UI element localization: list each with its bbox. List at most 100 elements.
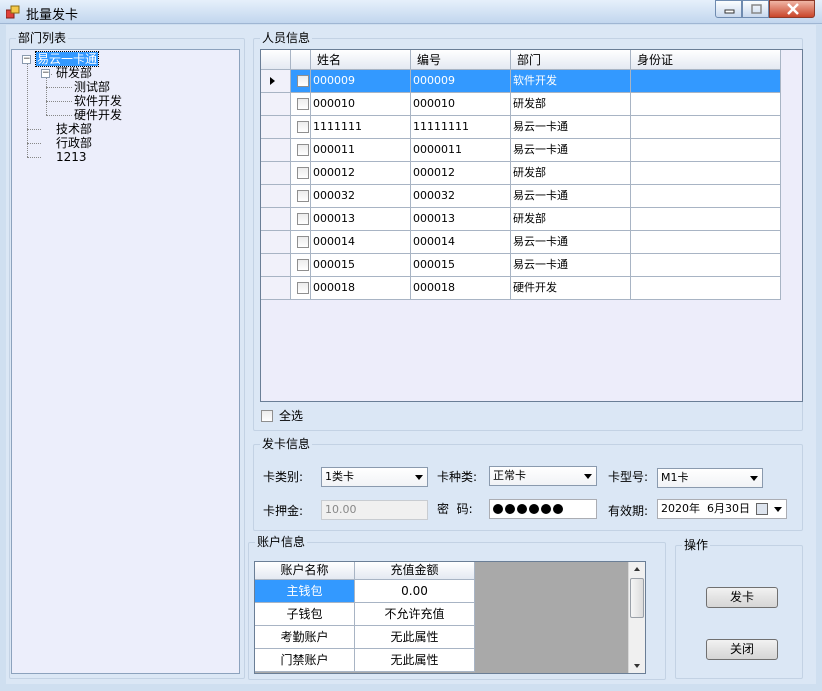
cell-dept[interactable]: 研发部 [511, 162, 631, 185]
table-row[interactable]: 000015 000015 易云一卡通 [261, 254, 781, 277]
account-grid-scrollbar[interactable] [628, 562, 645, 673]
cell-id[interactable]: 000014 [411, 231, 511, 254]
minimize-button[interactable] [715, 0, 742, 18]
cell-name[interactable]: 000014 [311, 231, 411, 254]
row-checkbox[interactable] [297, 213, 309, 225]
row-checkbox[interactable] [297, 236, 309, 248]
staff-grid[interactable]: 姓名 编号 部门 身份证 000009 000009 软件开发 000010 00001… [260, 49, 803, 402]
recharge-amount-cell[interactable]: 0.00 [355, 580, 475, 603]
row-header[interactable] [261, 208, 291, 231]
cell-dept[interactable]: 研发部 [511, 208, 631, 231]
tree-node-tech[interactable]: 技术部 [56, 122, 92, 136]
account-name-cell[interactable]: 主钱包 [255, 580, 355, 603]
card-model-select[interactable]: M1卡 [657, 468, 763, 488]
cell-id[interactable]: 000015 [411, 254, 511, 277]
cell-dept[interactable]: 易云一卡通 [511, 254, 631, 277]
password-field[interactable] [489, 499, 597, 519]
cell-idcard[interactable] [631, 93, 781, 116]
table-row[interactable]: 000011 0000011 易云一卡通 [261, 139, 781, 162]
cell-id[interactable]: 000012 [411, 162, 511, 185]
cell-id[interactable]: 000032 [411, 185, 511, 208]
cell-id[interactable]: 000009 [411, 70, 511, 93]
table-row[interactable]: 000018 000018 硬件开发 [261, 277, 781, 300]
tree-node-root[interactable]: 易云一卡通 [34, 51, 100, 67]
recharge-amount-cell[interactable]: 不允许充值 [355, 603, 475, 626]
tree-node-test[interactable]: 测试部 [74, 80, 110, 94]
cell-dept[interactable]: 研发部 [511, 93, 631, 116]
cell-dept[interactable]: 易云一卡通 [511, 116, 631, 139]
account-name-cell[interactable]: 子钱包 [255, 603, 355, 626]
row-header[interactable] [261, 185, 291, 208]
col-header-recharge-amount[interactable]: 充值金额 [355, 562, 475, 580]
table-row[interactable]: 000014 000014 易云一卡通 [261, 231, 781, 254]
cell-name[interactable]: 000009 [311, 70, 411, 93]
close-button[interactable]: 关闭 [706, 639, 778, 660]
recharge-amount-cell[interactable]: 无此属性 [355, 649, 475, 672]
tree-node-admin[interactable]: 行政部 [56, 136, 92, 150]
cell-id[interactable]: 000010 [411, 93, 511, 116]
cell-name[interactable]: 000032 [311, 185, 411, 208]
table-row[interactable]: 000010 000010 研发部 [261, 93, 781, 116]
tree-node-hardware[interactable]: 硬件开发 [74, 108, 122, 122]
col-header-account-name[interactable]: 账户名称 [255, 562, 355, 580]
cell-idcard[interactable] [631, 139, 781, 162]
scroll-up-icon[interactable] [634, 567, 640, 571]
tree-node-software[interactable]: 软件开发 [74, 94, 122, 108]
collapse-icon[interactable]: − [22, 55, 31, 64]
cell-idcard[interactable] [631, 70, 781, 93]
tree-node-rd[interactable]: 研发部 [56, 66, 92, 80]
row-header[interactable] [261, 254, 291, 277]
cell-name[interactable]: 000015 [311, 254, 411, 277]
row-checkbox[interactable] [297, 121, 309, 133]
tree-node-1213[interactable]: 1213 [56, 150, 87, 164]
cell-idcard[interactable] [631, 208, 781, 231]
col-header-id[interactable]: 编号 [411, 50, 511, 70]
card-category-select[interactable]: 1类卡 [321, 467, 428, 487]
cell-id[interactable]: 11111111 [411, 116, 511, 139]
table-row[interactable]: 000012 000012 研发部 [261, 162, 781, 185]
table-row[interactable]: 000013 000013 研发部 [261, 208, 781, 231]
cell-name[interactable]: 000010 [311, 93, 411, 116]
cell-name[interactable]: 000011 [311, 139, 411, 162]
col-header-dept[interactable]: 部门 [511, 50, 631, 70]
deposit-field[interactable]: 10.00 [321, 500, 428, 520]
row-header[interactable] [261, 116, 291, 139]
cell-name[interactable]: 000012 [311, 162, 411, 185]
table-row[interactable]: 1111111 11111111 易云一卡通 [261, 116, 781, 139]
row-checkbox[interactable] [297, 75, 309, 87]
table-row[interactable]: 000032 000032 易云一卡通 [261, 185, 781, 208]
collapse-icon[interactable]: − [41, 69, 50, 78]
cell-idcard[interactable] [631, 277, 781, 300]
maximize-button[interactable] [742, 0, 769, 18]
cell-dept[interactable]: 易云一卡通 [511, 185, 631, 208]
row-header[interactable] [261, 231, 291, 254]
chevron-down-icon[interactable] [774, 507, 782, 512]
scroll-thumb[interactable] [630, 578, 644, 618]
calendar-icon[interactable] [756, 503, 768, 515]
account-name-cell[interactable]: 门禁账户 [255, 649, 355, 672]
col-header-name[interactable]: 姓名 [311, 50, 411, 70]
validity-date-picker[interactable]: 2020年 6月30日 [657, 499, 787, 519]
cell-id[interactable]: 0000011 [411, 139, 511, 162]
row-header[interactable] [261, 70, 291, 93]
dept-tree[interactable]: − 易云一卡通 − 研发部 测试部 软件开发 硬件开发 技术部 行政部 1213 [11, 49, 240, 674]
row-checkbox[interactable] [297, 167, 309, 179]
table-row[interactable]: 000009 000009 软件开发 [261, 70, 781, 93]
account-grid[interactable]: 账户名称 充值金额 主钱包 0.00 子钱包 不允许充值 考勤账户 无此属性 门禁账户 无此属… [254, 561, 646, 674]
cell-name[interactable]: 1111111 [311, 116, 411, 139]
row-header[interactable] [261, 277, 291, 300]
row-checkbox[interactable] [297, 190, 309, 202]
cell-id[interactable]: 000013 [411, 208, 511, 231]
cell-dept[interactable]: 易云一卡通 [511, 231, 631, 254]
row-checkbox[interactable] [297, 144, 309, 156]
row-checkbox[interactable] [297, 259, 309, 271]
issue-card-button[interactable]: 发卡 [706, 587, 778, 608]
cell-dept[interactable]: 易云一卡通 [511, 139, 631, 162]
cell-name[interactable]: 000013 [311, 208, 411, 231]
row-header[interactable] [261, 139, 291, 162]
cell-idcard[interactable] [631, 162, 781, 185]
cell-idcard[interactable] [631, 185, 781, 208]
card-kind-select[interactable]: 正常卡 [489, 466, 597, 486]
cell-name[interactable]: 000018 [311, 277, 411, 300]
scroll-down-icon[interactable] [634, 664, 640, 668]
